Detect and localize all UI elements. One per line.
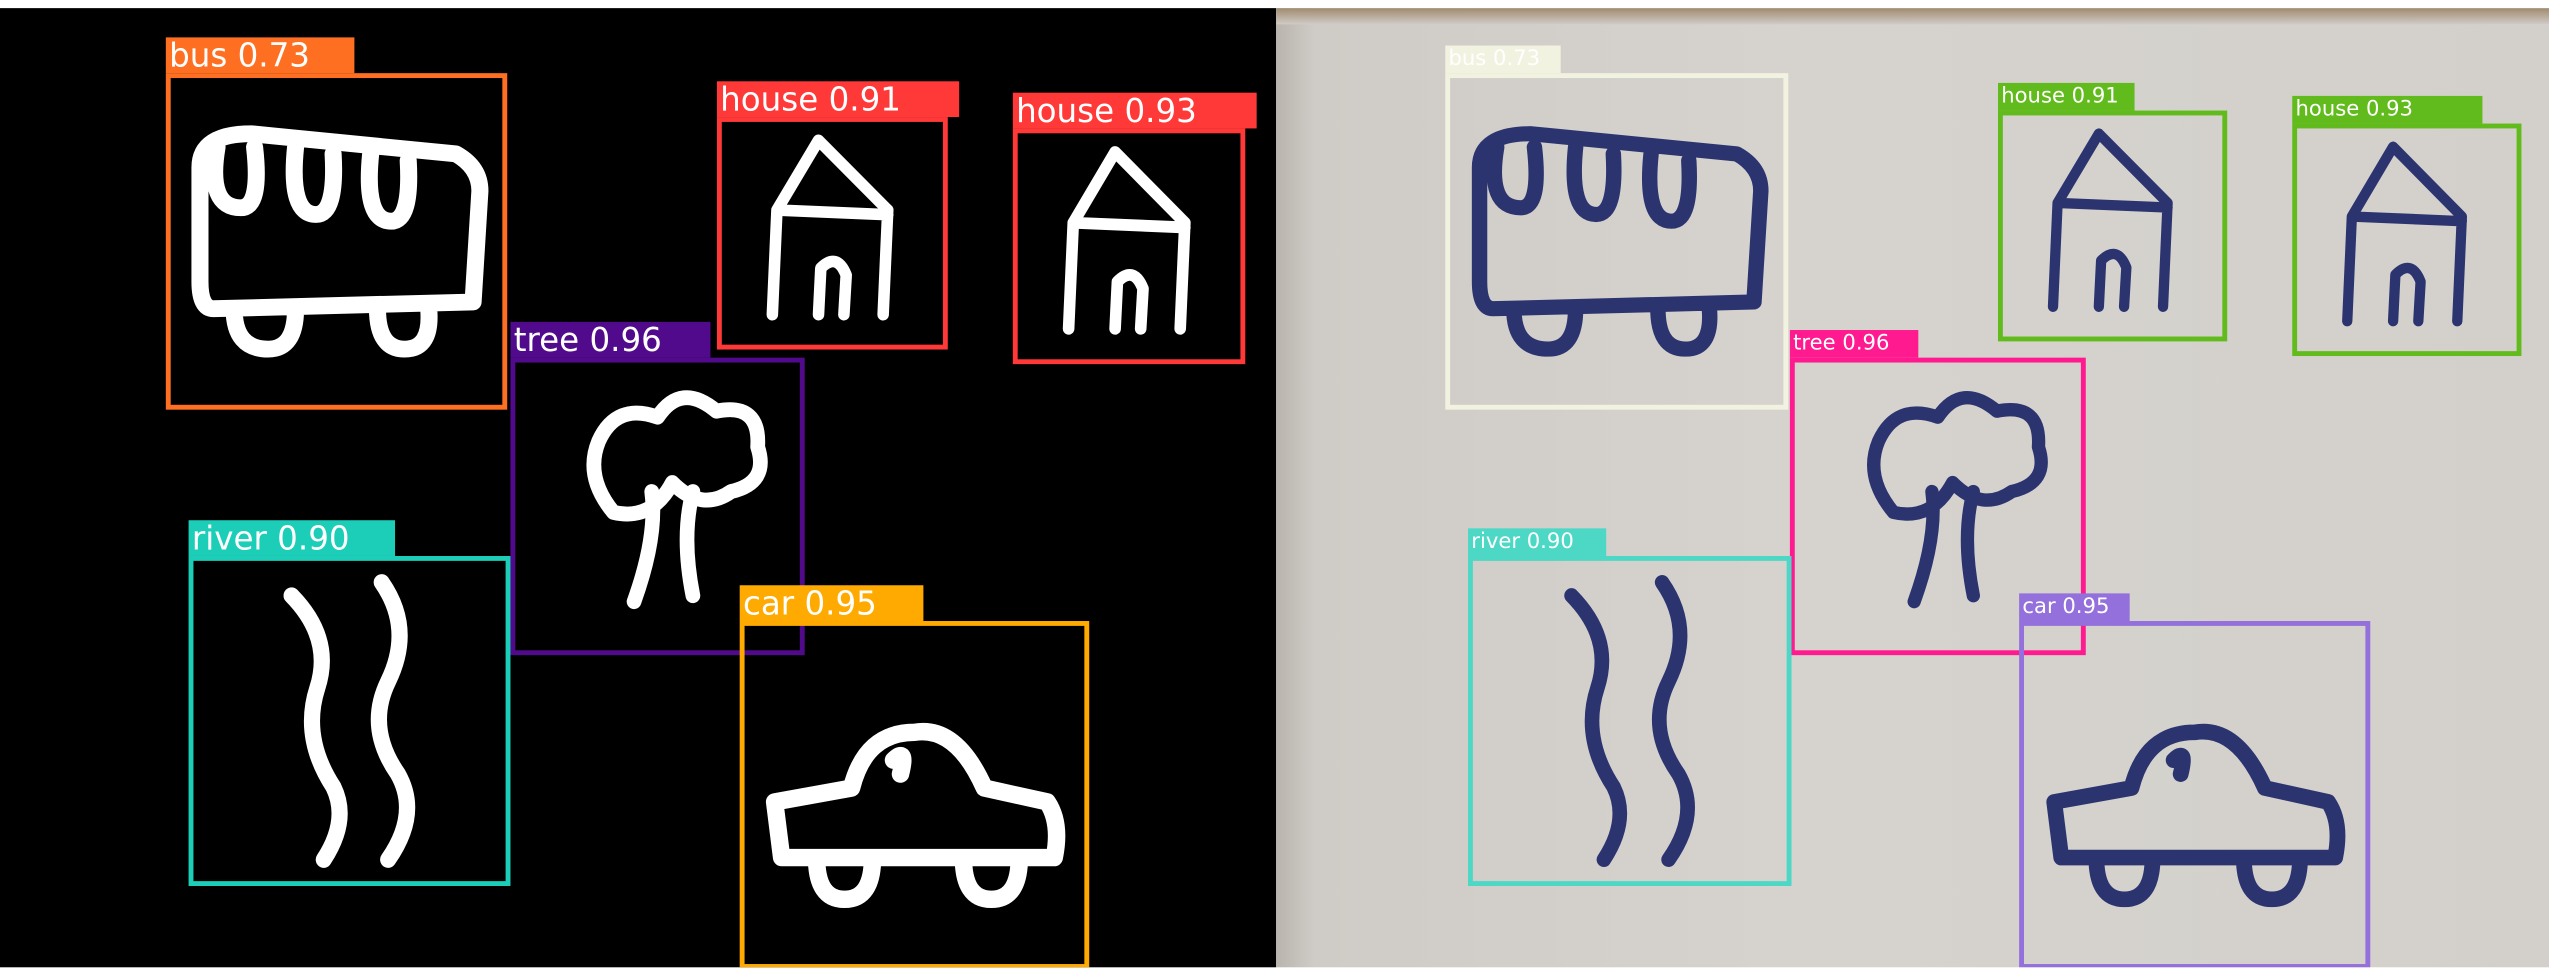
car-bounding-box bbox=[2019, 621, 2371, 968]
house-bounding-box bbox=[1997, 110, 2228, 342]
house-bounding-box bbox=[716, 117, 948, 350]
left-mask-panel: bus 0.73 house 0.91 house 0.93 tree 0.96 riv… bbox=[0, 8, 1277, 968]
bus-detection-label: bus 0.73 bbox=[165, 37, 355, 74]
house-bounding-box bbox=[1012, 128, 1246, 365]
car-detection-label: car 0.95 bbox=[2019, 593, 2130, 622]
right-photo-panel: bus 0.73 house 0.91 house 0.93 tree 0.96 riv… bbox=[1276, 8, 2549, 968]
bus-bounding-box bbox=[165, 73, 508, 410]
house-detection-label: house 0.91 bbox=[1997, 82, 2135, 111]
car-bounding-box bbox=[739, 621, 1090, 968]
tree-detection-label: tree 0.96 bbox=[1789, 330, 1919, 358]
tree-detection-label: tree 0.96 bbox=[510, 321, 711, 358]
bus-detection-label: bus 0.73 bbox=[1445, 45, 1561, 74]
house-detection-label: house 0.93 bbox=[1012, 92, 1257, 129]
house-bounding-box bbox=[2292, 123, 2522, 357]
house-detection-label: house 0.91 bbox=[716, 81, 960, 118]
house-detection-label: house 0.93 bbox=[2292, 95, 2483, 124]
river-bounding-box bbox=[1468, 555, 1792, 887]
river-detection-label: river 0.90 bbox=[188, 520, 396, 556]
car-detection-label: car 0.95 bbox=[739, 585, 924, 622]
river-detection-label: river 0.90 bbox=[1468, 528, 1607, 556]
bus-bounding-box bbox=[1445, 73, 1789, 410]
detection-comparison-view: bus 0.73 house 0.91 house 0.93 tree 0.96 riv… bbox=[0, 0, 2549, 968]
river-bounding-box bbox=[188, 555, 511, 887]
